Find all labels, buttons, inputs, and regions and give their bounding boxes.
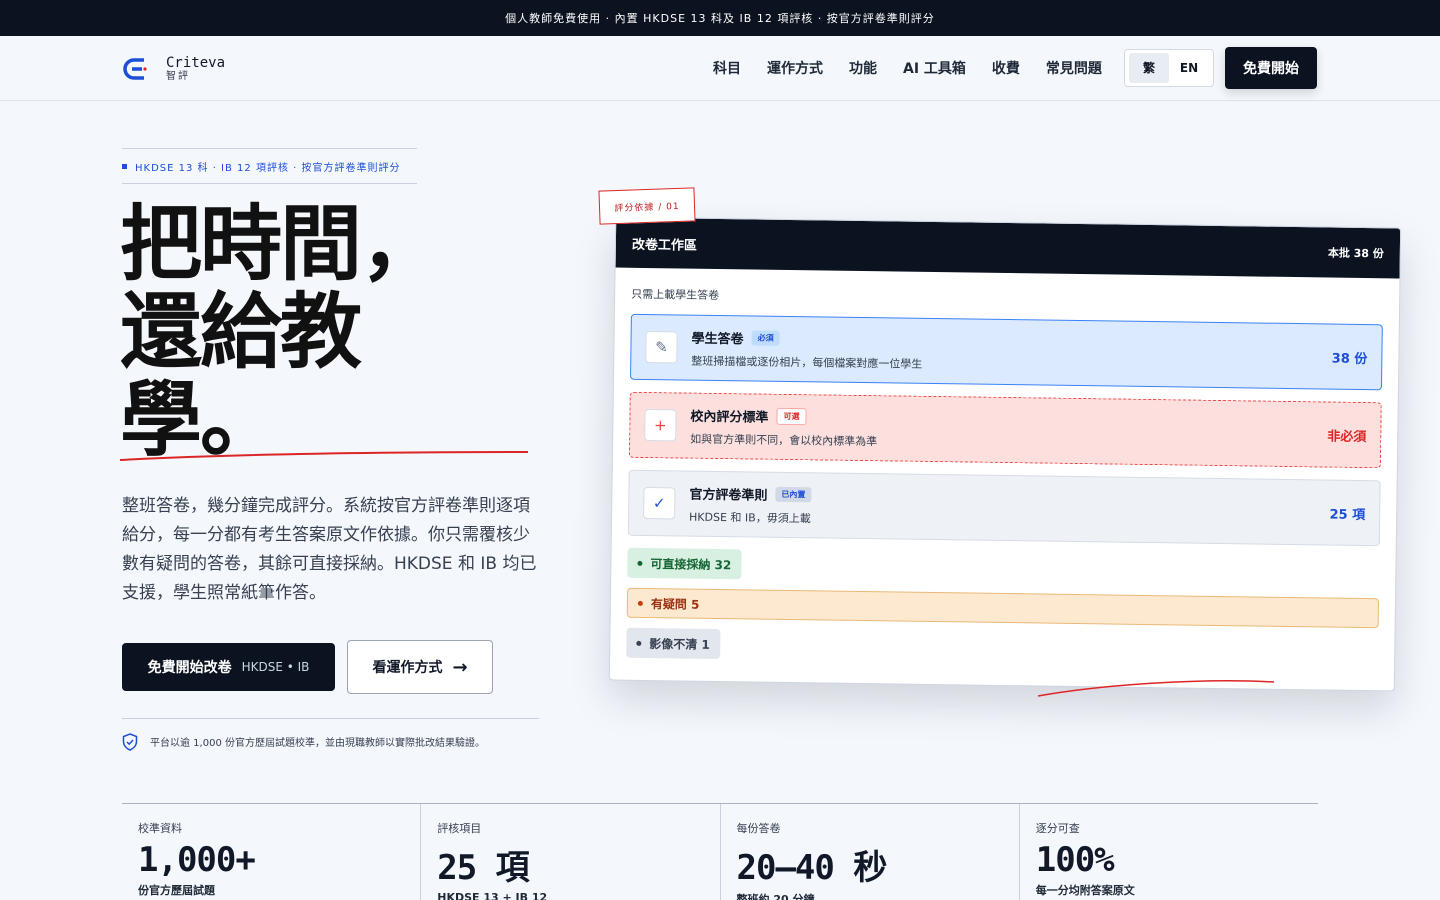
nav-link-features[interactable]: 功能 [849, 58, 877, 78]
stat-note: 每一分均附答案原文 [1035, 884, 1135, 897]
trust-text: 平台以逾 1,000 份官方歷屆試題校準，並由現職教師以實際批改結果驗證。 [150, 738, 485, 749]
row-count: 38 份 [1331, 351, 1368, 367]
stat-label: 評核項目 [437, 822, 482, 835]
hero-title: 把時間，還給教學。 [120, 196, 442, 468]
status-dot-icon [637, 600, 643, 606]
status-chip-accepted[interactable]: 可直接採納 32 [627, 547, 742, 580]
stat-value: 100% [1035, 840, 1115, 880]
status-dot-icon [636, 640, 642, 646]
status-text: 有疑問 5 [650, 596, 700, 612]
start-grading-button[interactable]: 免費開始改卷 HKDSE • IB [122, 643, 335, 691]
upload-row-student-scripts[interactable]: ✎ 學生答卷 必須 整班掃描檔或逐份相片，每個檔案對應一位學生 38 份 [630, 313, 1383, 391]
card-subtitle: 只需上載學生答卷 [631, 287, 720, 302]
grading-workspace-card: 改卷工作區 本批 38 份 只需上載學生答卷 ✎ 學生答卷 必須 整班掃描檔或逐… [608, 216, 1402, 692]
row-description: 如與官方準則不同，會以校內標準為準 [690, 432, 878, 448]
lang-option-en[interactable]: EN [1169, 53, 1209, 83]
stat-per-script: 每份答卷 20–40 秒 整班約 20 分鐘 [721, 804, 1020, 900]
brand-sub: 智評 [166, 71, 190, 83]
nav-link-pricing[interactable]: 收費 [992, 58, 1020, 78]
row-count: 25 項 [1329, 507, 1366, 523]
status-text: 可直接採納 32 [650, 556, 732, 572]
nav-link-how-it-works[interactable]: 運作方式 [767, 58, 823, 78]
lang-option-zh[interactable]: 繁 [1129, 53, 1169, 83]
stat-label: 校準資料 [138, 822, 182, 835]
row-description: HKDSE 和 IB，毋須上載 [689, 510, 811, 525]
hero-eyebrow: HKDSE 13 科 · IB 12 項評核 · 按官方評卷準則評分 [122, 148, 417, 184]
stat-note: 份官方歷屆試題 [138, 884, 215, 897]
status-dot-icon [637, 560, 643, 566]
announcement-bar: 個人教師免費使用 · 內置 HKDSE 13 科及 IB 12 項評核 · 按官… [0, 0, 1440, 36]
status-chip-unclear[interactable]: 影像不清 1 [626, 627, 721, 660]
row-status: 非必須 [1327, 428, 1367, 445]
status-chip-questionable[interactable]: 有疑問 5 [626, 587, 1380, 629]
card-scribble-decoration [1037, 680, 1275, 697]
language-switcher: 繁 EN [1124, 49, 1214, 87]
nav-link-subjects[interactable]: 科目 [713, 58, 741, 78]
brand-name: Criteva [166, 54, 226, 71]
stat-value: 20–40 秒 [736, 848, 888, 888]
stat-label: 每份答卷 [736, 822, 781, 835]
check-icon: ✓ [643, 486, 676, 520]
stat-value: 25 項 [437, 848, 529, 888]
hero-description: 整班答卷，幾分鐘完成評分。系統按官方評卷準則逐項給分，每一分都有考生答案原文作依… [122, 496, 537, 603]
stat-note: HKDSE 13 + IB 12 [437, 891, 548, 900]
upload-row-official-rubric: ✓ 官方評卷準則 已內置 HKDSE 和 IB，毋須上載 25 項 [627, 469, 1381, 547]
stat-value: 1,000+ [138, 840, 256, 880]
shield-check-icon [122, 732, 138, 751]
start-grading-label: 免費開始改卷 [147, 660, 232, 676]
top-nav: Criteva 智評 科目 運作方式 功能 AI 工具箱 收費 常見問題 繁 E… [0, 36, 1440, 101]
pencil-icon: ✎ [645, 330, 678, 364]
card-reference-tag: 評分依據 / 01 [598, 187, 696, 225]
stat-traceable: 逐分可查 100% 每一分均附答案原文 [1020, 804, 1318, 900]
row-title: 校內評分標準 [690, 409, 769, 426]
row-title: 學生答卷 [691, 331, 744, 347]
required-badge: 必須 [751, 329, 780, 346]
optional-badge: 可選 [776, 407, 807, 425]
batch-count: 本批 38 份 [1327, 246, 1384, 261]
trust-note: 平台以逾 1,000 份官方歷屆試題校準，並由現職教師以實際批改結果驗證。 [122, 718, 539, 764]
stats-strip: 校準資料 1,000+ 份官方歷屆試題 評核項目 25 項 HKDSE 13 +… [122, 803, 1318, 900]
status-text: 影像不清 1 [649, 636, 710, 652]
how-it-works-label: 看運作方式 [372, 660, 443, 676]
upload-row-school-rubric[interactable]: + 校內評分標準 可選 如與官方準則不同，會以校內標準為準 非必須 [628, 391, 1382, 469]
row-title: 官方評卷準則 [689, 487, 768, 504]
criteva-logo-icon [123, 58, 147, 80]
nav-start-free-button[interactable]: 免費開始 [1225, 47, 1317, 89]
start-grading-tag: HKDSE • IB [241, 660, 310, 674]
arrow-right-icon: → [452, 656, 468, 678]
nav-link-faq[interactable]: 常見問題 [1046, 58, 1102, 78]
stat-note: 整班約 20 分鐘 [736, 893, 815, 900]
how-it-works-button[interactable]: 看運作方式 → [347, 640, 493, 694]
row-description: 整班掃描檔或逐份相片，每個檔案對應一位學生 [691, 354, 923, 371]
hero-underline-decoration [119, 451, 529, 461]
nav-link-ai-toolbox[interactable]: AI 工具箱 [903, 58, 966, 78]
brand-logo[interactable]: Criteva 智評 [122, 54, 225, 84]
nav-links: 科目 運作方式 功能 AI 工具箱 收費 常見問題 [700, 36, 1115, 100]
plus-icon: + [644, 408, 677, 442]
stat-assessments: 評核項目 25 項 HKDSE 13 + IB 12 [421, 804, 721, 900]
card-title: 改卷工作區 [631, 237, 697, 254]
built-in-badge: 已內置 [775, 486, 812, 502]
stat-calibration: 校準資料 1,000+ 份官方歷屆試題 [122, 804, 422, 900]
stat-label: 逐分可查 [1035, 822, 1080, 835]
